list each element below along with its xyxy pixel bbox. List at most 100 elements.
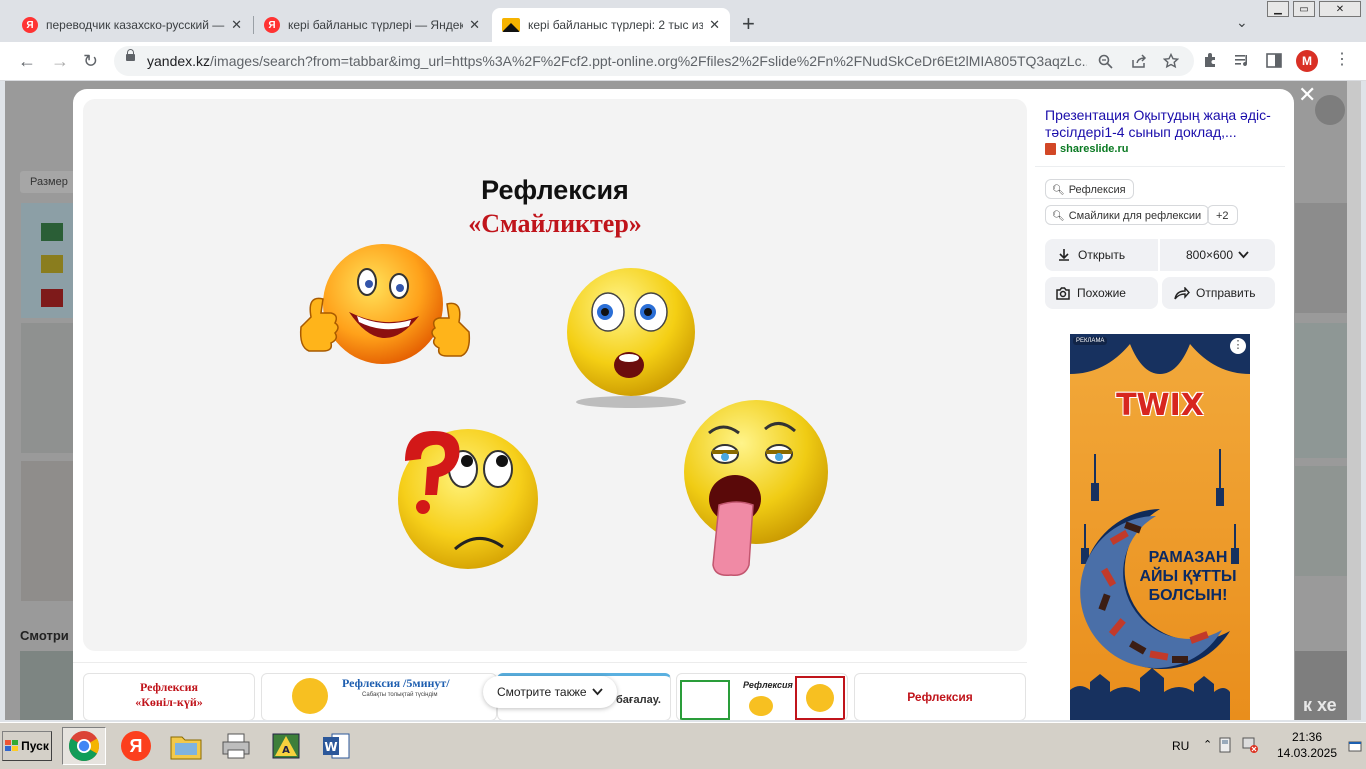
source-title-link[interactable]: Презентация Оқытудың жаңа әдіс-тәсілдері… [1045, 107, 1280, 141]
system-tray: RU ⌃ 21:36 14.03.2025 [1166, 727, 1364, 765]
start-button[interactable]: Пуск [2, 731, 52, 761]
tab-close-icon[interactable]: ✕ [709, 17, 720, 33]
tab-strip: Я переводчик казахско-русский — Я ✕ Я ке… [0, 0, 1366, 42]
bookmark-star-icon[interactable] [1163, 53, 1179, 69]
thumb-title: Рефлексия [139, 680, 199, 694]
yandex-browser-icon: Я [121, 731, 151, 761]
tag-chip-smileys[interactable]: 🔍︎ Смайлики для рефлексии [1045, 205, 1210, 225]
language-indicator[interactable]: RU [1172, 739, 1189, 753]
word-icon: W [323, 733, 350, 759]
related-thumbnail[interactable]: Рефлексия [854, 673, 1026, 720]
background-thumbnail[interactable] [1295, 323, 1347, 458]
taskbar-explorer[interactable] [164, 727, 208, 765]
chip-label: Рефлексия [1068, 184, 1126, 196]
chrome-icon [68, 731, 100, 762]
image-preview[interactable]: Рефлексия «Смайликтер» [83, 99, 1027, 651]
media-queue-icon[interactable] [1234, 53, 1252, 68]
more-tags-chip[interactable]: +2 [1207, 205, 1238, 225]
background-thumbnail[interactable] [20, 651, 78, 720]
taskbar-yandex[interactable]: Я [114, 727, 158, 765]
extensions-icon[interactable] [1202, 52, 1219, 69]
back-button[interactable]: ← [18, 51, 36, 71]
tab-search-icon[interactable]: ⌄ [1236, 14, 1248, 31]
taskbar-app[interactable]: A [264, 727, 308, 765]
slide-subtitle: «Смайликтер» [468, 209, 642, 238]
taskbar: Пуск Я A W RU ⌃ 21:36 14.03.2025 [0, 722, 1366, 769]
address-bar[interactable]: yandex.kz/images/search?from=tabbar&img_… [114, 46, 1194, 76]
new-tab-button[interactable]: + [742, 12, 755, 36]
maximize-button[interactable]: ▭ [1293, 1, 1315, 17]
zoom-icon[interactable] [1098, 54, 1113, 69]
taskbar-word[interactable]: W [314, 727, 358, 765]
lock-icon[interactable] [126, 49, 135, 61]
similar-button[interactable]: Похожие [1045, 277, 1158, 309]
tab-close-icon[interactable]: ✕ [231, 17, 242, 33]
minimize-button[interactable]: ▁ [1267, 1, 1289, 17]
search-icon: 🔍︎ [1052, 211, 1065, 222]
confused-smiley-icon [398, 429, 538, 569]
show-hidden-icons-icon[interactable]: ⌃ [1203, 738, 1212, 751]
tab-close-icon[interactable]: ✕ [469, 17, 480, 33]
share-button[interactable]: Отправить [1162, 277, 1275, 309]
see-also-heading: Смотри [20, 628, 69, 643]
tab-translator[interactable]: Я переводчик казахско-русский — Я ✕ [12, 8, 252, 42]
show-desktop-icon[interactable] [1348, 741, 1362, 753]
browser-toolbar: ← → ↻ yandex.kz/images/search?from=tabba… [0, 42, 1366, 81]
tab-feedback-images[interactable]: кері байланыс түрлері: 2 тыс изоб ✕ [492, 8, 730, 42]
see-also-button[interactable]: Смотрите также [483, 676, 617, 708]
background-thumbnail[interactable] [21, 461, 79, 601]
slide-title: Рефлексия [481, 175, 629, 205]
related-thumbnails: Рефлексия «Көніл-күй» Рефлексия /5минут/… [73, 662, 1027, 720]
user-avatar[interactable] [1315, 95, 1345, 125]
side-panel-icon[interactable] [1266, 53, 1282, 68]
forward-button[interactable]: → [51, 51, 69, 71]
clock-date[interactable]: 14.03.2025 [1262, 746, 1352, 760]
background-thumbnail[interactable] [1295, 203, 1347, 313]
tired-smiley-icon [684, 400, 828, 577]
background-thumbnail[interactable] [21, 323, 79, 453]
clock-time[interactable]: 21:36 [1272, 730, 1342, 744]
related-thumbnail[interactable]: Рефлексия [676, 673, 848, 720]
url-path: /images/search?from=tabbar&img_url=https… [210, 53, 1087, 69]
page-scrollbar[interactable] [1347, 81, 1361, 720]
removable-device-icon[interactable] [1218, 737, 1232, 753]
start-label: Пуск [21, 739, 49, 753]
network-error-icon[interactable] [1242, 737, 1258, 753]
background-thumbnail[interactable] [21, 203, 79, 318]
svg-text:A: A [282, 745, 290, 756]
see-also-label: Смотрите также [497, 685, 587, 699]
tab-title: переводчик казахско-русский — Я [46, 18, 226, 32]
reload-button[interactable]: ↻ [83, 51, 98, 71]
ad-banner[interactable]: РЕКЛАМА ⋮ TWIX РАМАЗАН АЙЫ ҚҰТТЫ БОЛСЫН! [1070, 334, 1250, 720]
divider [1035, 166, 1285, 167]
url-text[interactable]: yandex.kz/images/search?from=tabbar&img_… [147, 53, 1087, 69]
source-site-link[interactable]: shareslide.ru [1045, 143, 1128, 155]
related-thumbnail[interactable]: Рефлексия «Көніл-күй» [83, 673, 255, 720]
thumb-subtitle: «Көніл-күй» [135, 695, 203, 709]
ad-menu-icon[interactable]: ⋮ [1230, 338, 1246, 354]
size-select[interactable]: 800×600 [1160, 239, 1275, 271]
surprised-smiley-icon [567, 268, 695, 408]
thumb-title: Рефлексия [743, 680, 793, 690]
open-button[interactable]: Открыть [1045, 239, 1158, 271]
tab-feedback-search[interactable]: Я кері байланыс түрлері — Яндекс: н ✕ [254, 8, 490, 42]
share-label: Отправить [1196, 286, 1256, 300]
tag-chip-reflection[interactable]: 🔍︎ Рефлексия [1045, 179, 1134, 199]
modal-close-button[interactable]: ✕ [1298, 84, 1316, 106]
related-thumbnail[interactable]: Рефлексия /5минут/ Сабақты толықтай түсі… [261, 673, 497, 720]
advertisement[interactable]: РЕКЛАМА ⋮ TWIX РАМАЗАН АЙЫ ҚҰТТЫ БОЛСЫН! [1035, 326, 1285, 720]
profile-avatar[interactable]: M [1296, 50, 1318, 72]
taskbar-chrome[interactable] [62, 727, 106, 765]
background-text: к хе [1303, 695, 1337, 715]
thumb-title: Рефлексия /5минут/ [342, 676, 450, 690]
download-icon [1059, 249, 1069, 261]
background-thumbnail[interactable] [1295, 466, 1347, 576]
share-page-icon[interactable] [1131, 54, 1147, 69]
window-close-button[interactable]: ✕ [1319, 1, 1361, 17]
browser-menu-icon[interactable]: ⋮ [1334, 50, 1350, 70]
yandex-favicon-icon: Я [22, 17, 38, 33]
images-favicon-icon [502, 18, 520, 32]
ad-headline: РАМАЗАН АЙЫ ҚҰТТЫ БОЛСЫН! [1139, 549, 1237, 604]
taskbar-printer[interactable] [214, 727, 258, 765]
powerpoint-icon [1045, 143, 1056, 155]
